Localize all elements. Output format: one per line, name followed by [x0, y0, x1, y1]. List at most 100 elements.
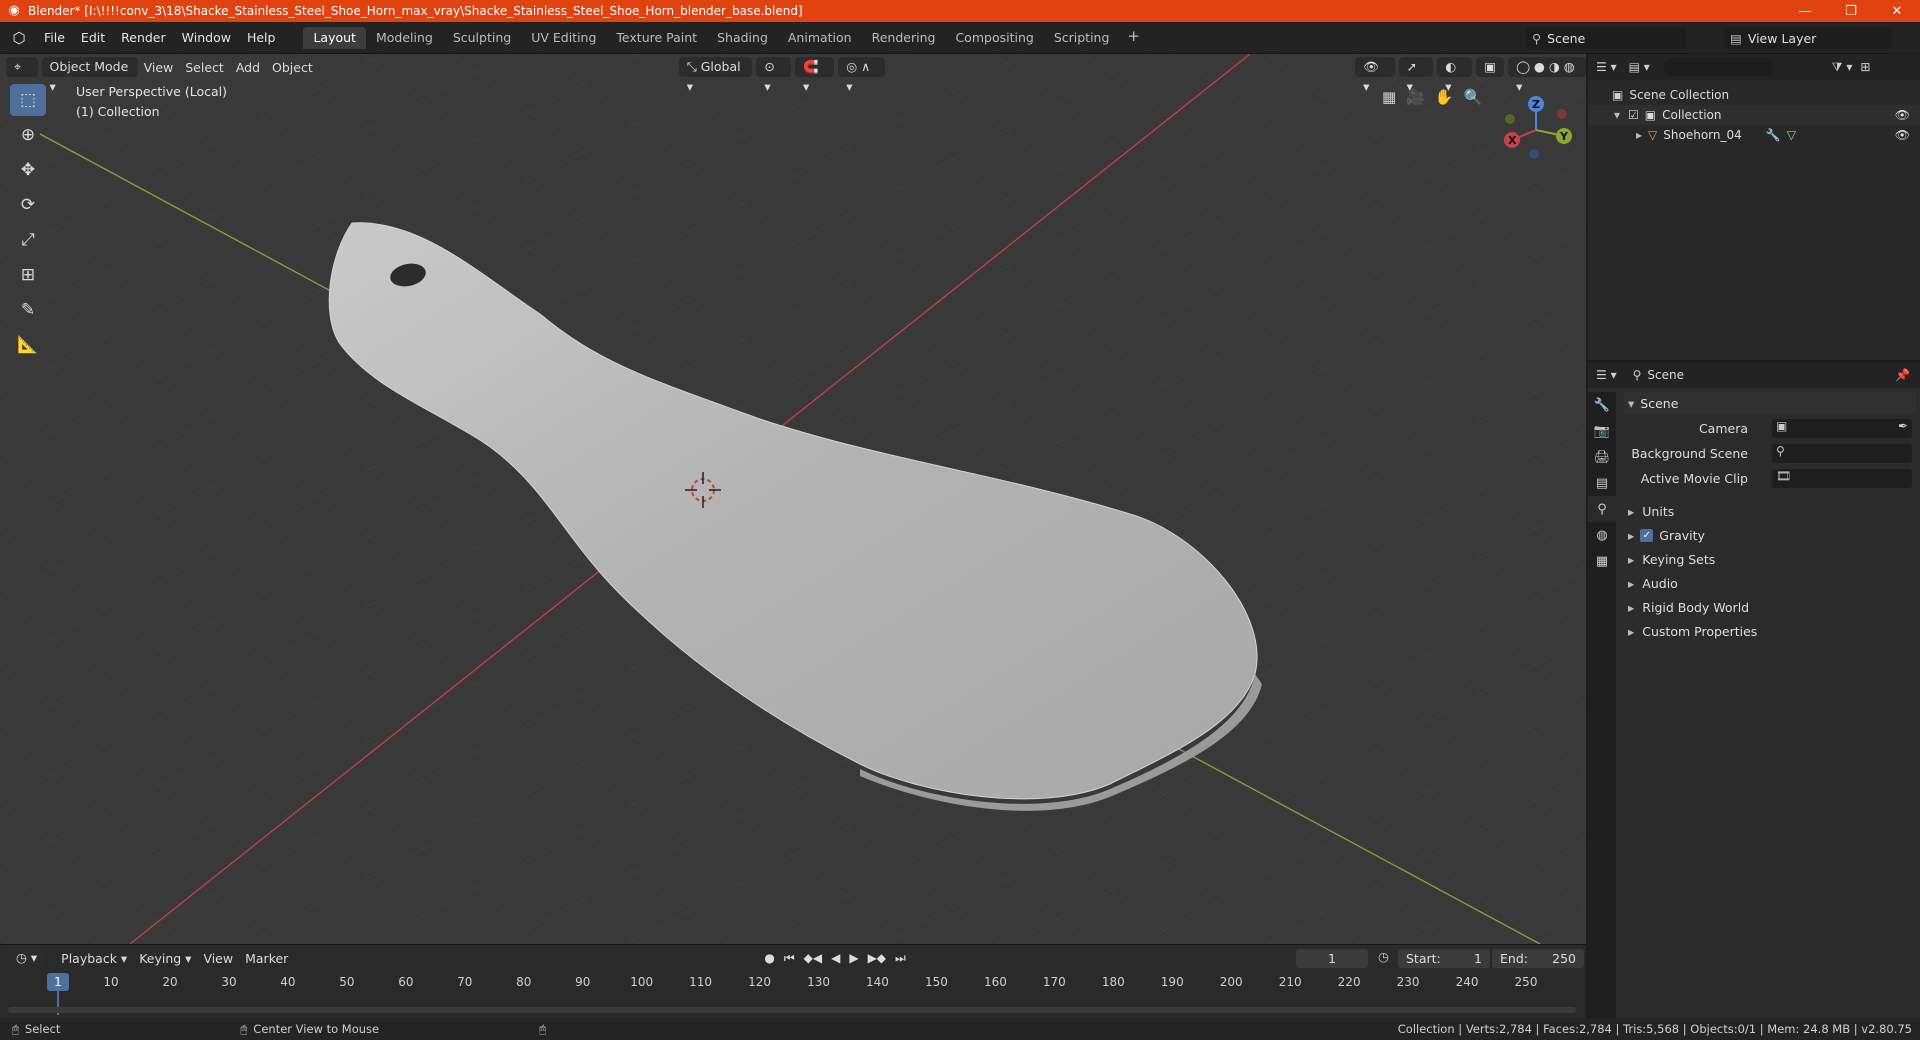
add-workspace-button[interactable]: + — [1119, 27, 1148, 49]
tab-animation[interactable]: Animation — [778, 27, 862, 49]
jump-end-icon[interactable]: ⏭ — [895, 951, 906, 966]
rotate-tool[interactable]: ⟳ — [10, 189, 46, 221]
viewport-menu-view[interactable]: View — [138, 60, 180, 75]
scene-selector[interactable]: ⚲ Scene — [1526, 27, 1686, 49]
move-tool[interactable]: ✥ — [10, 154, 46, 186]
tool-tab-icon[interactable]: 🔧 — [1588, 392, 1616, 418]
object-visibility-eye-icon[interactable]: 👁 — [1895, 128, 1910, 142]
visibility-button[interactable]: 👁 ▾ — [1355, 57, 1395, 94]
menu-file[interactable]: File — [36, 27, 73, 49]
gizmo-toggle-button[interactable]: ➚ ▾ — [1398, 57, 1434, 94]
camera-view-icon[interactable]: 🎥 — [1406, 88, 1425, 106]
viewport-menu-add[interactable]: Add — [230, 60, 266, 75]
display-mode-icon[interactable]: ▤ ▾ — [1629, 60, 1650, 74]
editor-type-button[interactable]: ⌖ ▾ — [6, 57, 38, 94]
play-reverse-icon[interactable]: ◀ — [831, 951, 840, 966]
new-collection-icon[interactable]: ⊞ — [1860, 60, 1870, 74]
tab-rendering[interactable]: Rendering — [862, 27, 946, 49]
outliner-editor-type-icon[interactable]: ☰ ▾ — [1596, 60, 1617, 74]
units-section[interactable]: ▸ Units — [1624, 500, 1916, 522]
timeline-menu-keying[interactable]: Keying ▾ — [133, 951, 197, 966]
cursor-tool[interactable]: ⊕ — [10, 119, 46, 151]
start-frame-field[interactable]: Start: 1 — [1398, 949, 1490, 968]
pan-hand-icon[interactable]: ✋ — [1435, 88, 1454, 106]
modifier-wrench-icon[interactable]: 🔧 — [1766, 128, 1781, 142]
menu-edit[interactable]: Edit — [73, 27, 113, 49]
preview-range-icon[interactable]: ◷ — [1378, 949, 1389, 964]
outliner-row-collection[interactable]: ▾ ☑ ▣ Collection 👁 — [1588, 105, 1920, 125]
collection-checkbox-icon[interactable]: ☑ — [1628, 108, 1639, 122]
annotate-tool[interactable]: ✎ — [10, 294, 46, 326]
timeline-menu-playback[interactable]: Playback ▾ — [55, 951, 133, 966]
scale-tool[interactable]: ⤢ — [10, 224, 46, 256]
zoom-icon[interactable]: 🔍 — [1464, 88, 1483, 106]
output-tab-icon[interactable]: 🖨 — [1588, 444, 1616, 470]
shading-mode-buttons[interactable]: ◯ ● ◑ ◍ ▾ — [1508, 57, 1586, 94]
tab-modeling[interactable]: Modeling — [366, 27, 443, 49]
expand-object-icon[interactable]: ▸ — [1636, 128, 1642, 142]
collection-visibility-eye-icon[interactable]: 👁 — [1895, 108, 1910, 122]
snap-button[interactable]: 🧲 ▾ — [795, 57, 835, 94]
restore-button[interactable]: ❐ — [1828, 0, 1874, 22]
next-keyframe-icon[interactable]: ▶◆ — [868, 951, 886, 966]
outliner-row-object[interactable]: ▸ ▽ Shoehorn_04 🔧 ▽ 👁 — [1588, 125, 1920, 145]
prev-keyframe-icon[interactable]: ◆◀ — [804, 951, 822, 966]
tab-sculpting[interactable]: Sculpting — [443, 27, 521, 49]
properties-editor-type-icon[interactable]: ☰ ▾ — [1596, 368, 1617, 382]
timeline-menu-marker[interactable]: Marker — [239, 951, 294, 966]
outliner-row-scene-collection[interactable]: ▣ Scene Collection — [1588, 85, 1920, 105]
audio-section[interactable]: ▸ Audio — [1624, 572, 1916, 594]
viewport-menu-object[interactable]: Object — [266, 60, 319, 75]
tab-texture-paint[interactable]: Texture Paint — [606, 27, 707, 49]
tab-shading[interactable]: Shading — [707, 27, 778, 49]
camera-field[interactable]: ▣ ✒ — [1772, 419, 1912, 438]
eyedropper-icon[interactable]: ✒ — [1898, 419, 1908, 433]
active-movie-clip-field[interactable]: 🎞 — [1772, 469, 1912, 488]
timeline-scrollbar[interactable] — [8, 1007, 1576, 1013]
texture-tab-icon[interactable]: ▦ — [1588, 548, 1616, 574]
jump-start-icon[interactable]: ⏮ — [784, 951, 795, 966]
tab-scripting[interactable]: Scripting — [1044, 27, 1120, 49]
transform-tool[interactable]: ⊞ — [10, 259, 46, 291]
xray-button[interactable]: ▣ — [1476, 57, 1505, 77]
timeline-editor-type-icon[interactable]: ◷ ▾ — [8, 948, 46, 968]
mesh-data-icon[interactable]: ▽ — [1787, 128, 1796, 142]
tab-compositing[interactable]: Compositing — [945, 27, 1043, 49]
record-icon[interactable]: ● — [764, 951, 774, 966]
tab-uv-editing[interactable]: UV Editing — [521, 27, 606, 49]
view-layer-tab-icon[interactable]: ▤ — [1588, 470, 1616, 496]
filter-icon[interactable]: ⧩ ▾ — [1832, 60, 1853, 75]
viewport-menu-select[interactable]: Select — [179, 60, 230, 75]
grid-view-icon[interactable]: ▦ — [1382, 88, 1396, 106]
background-scene-field[interactable]: ⚲ — [1772, 444, 1912, 463]
close-button[interactable]: ✕ — [1874, 0, 1920, 22]
timeline-menu-view[interactable]: View — [197, 951, 239, 966]
scene-tab-icon[interactable]: ⚲ — [1588, 496, 1616, 522]
scene-panel-header[interactable]: ▾ Scene — [1624, 392, 1916, 414]
expand-collection-icon[interactable]: ▾ — [1614, 108, 1620, 122]
pivot-point-button[interactable]: ⊙ ▾ — [756, 57, 792, 94]
overlay-toggle-button[interactable]: ◐ ▾ — [1437, 57, 1473, 94]
keying-sets-section[interactable]: ▸ Keying Sets — [1624, 548, 1916, 570]
select-box-tool[interactable]: ⬚ — [10, 84, 46, 116]
menu-window[interactable]: Window — [174, 27, 239, 49]
tab-layout[interactable]: Layout — [303, 26, 366, 49]
proportional-edit-button[interactable]: ◎ ∧ ▾ — [838, 57, 886, 94]
transform-orientation-selector[interactable]: ⤡ Global ▾ — [678, 57, 753, 94]
custom-properties-section[interactable]: ▸ Custom Properties — [1624, 620, 1916, 642]
menu-help[interactable]: Help — [239, 27, 284, 49]
render-tab-icon[interactable]: 📷 — [1588, 418, 1616, 444]
view-layer-selector[interactable]: ▤ View Layer — [1724, 27, 1892, 49]
current-frame-field[interactable]: 1 — [1296, 949, 1368, 968]
frame-ruler[interactable]: 1 10 20 30 40 50 60 70 80 90 100 110 120 130 140 150 160… — [0, 971, 1586, 1015]
gravity-checkbox[interactable]: ✓ — [1640, 528, 1654, 542]
blender-logo-icon[interactable]: ⬡ — [8, 29, 30, 47]
play-icon[interactable]: ▶ — [849, 951, 858, 966]
outliner-search-input[interactable] — [1663, 58, 1774, 76]
gravity-section[interactable]: ▸ ✓ Gravity — [1624, 524, 1916, 546]
3d-viewport[interactable]: ⌖ ▾ Object Mode ▾ View Select Add Object… — [0, 54, 1586, 944]
rigid-body-world-section[interactable]: ▸ Rigid Body World — [1624, 596, 1916, 618]
menu-render[interactable]: Render — [113, 27, 174, 49]
world-tab-icon[interactable]: ◍ — [1588, 522, 1616, 548]
measure-tool[interactable]: 📐 — [10, 329, 46, 361]
